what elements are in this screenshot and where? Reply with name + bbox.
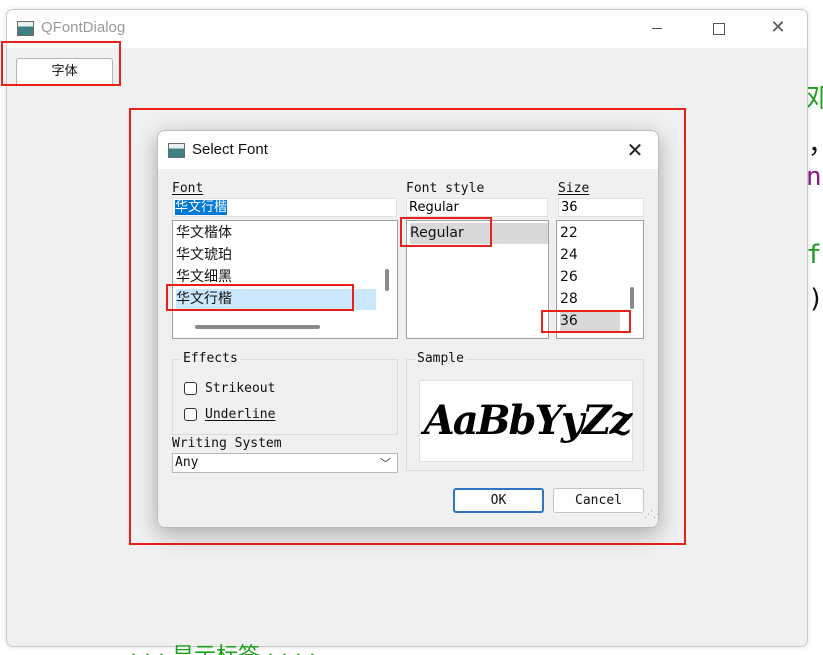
writing-system-value: Any [175,455,199,470]
font-style-label: Font style [406,181,485,196]
close-icon: ✕ [770,17,786,38]
app-icon [17,21,34,36]
font-list-vscrollbar[interactable] [385,269,389,291]
writing-system-label: Writing System [172,436,282,451]
dialog-app-icon [168,143,185,158]
effects-group: Effects Strikeout Underline [172,351,398,435]
annotation-box-size [541,310,631,333]
underline-checkbox[interactable] [184,408,197,421]
font-list-item[interactable]: 华文楷体 [176,223,376,244]
annotation-box-font-item [166,284,354,311]
maximize-button[interactable] [696,10,742,48]
underline-label[interactable]: Underline [205,407,275,422]
chevron-down-icon: ﹀ [380,457,391,470]
size-list-item[interactable]: 28 [560,289,620,310]
maximize-icon [713,22,725,35]
annotation-box-font-style [400,217,492,247]
font-input-value: 华文行楷 [175,200,228,215]
resize-grip-icon[interactable]: ⋰⋰ [644,511,658,523]
font-list-item[interactable]: 华文琥珀 [176,245,376,266]
font-label: Font [172,181,204,196]
minimize-button[interactable] [634,10,680,48]
effects-label: Effects [181,351,240,366]
main-title-bar[interactable]: QFontDialog ✕ [7,10,807,48]
bg-code-fragment: ， [808,124,823,161]
font-list-hscrollbar[interactable] [195,325,320,329]
cancel-button[interactable]: Cancel [553,488,644,513]
size-label: Size [558,181,590,196]
bg-code-bottom: · · · 显示标签 · · · · [130,644,820,655]
bg-code-fragment: 邓 [806,84,823,114]
ok-button[interactable]: OK [453,488,544,513]
sample-preview: AaBbYyZz [419,380,633,462]
font-style-input[interactable]: Regular [406,198,548,217]
bg-code-fragment: ) [808,284,823,314]
size-input[interactable]: 36 [558,198,644,217]
main-window-title: QFontDialog [41,19,126,36]
size-list-item[interactable]: 22 [560,223,620,244]
font-list[interactable]: 华文楷体 华文琥珀 华文细黑 华文行楷 [172,220,398,339]
font-input[interactable]: 华文行楷 [172,198,397,217]
strikeout-checkbox[interactable] [184,382,197,395]
dialog-title-bar[interactable]: Select Font ✕ [158,131,658,169]
strikeout-label[interactable]: Strikeout [205,381,275,396]
size-list-vscrollbar[interactable] [630,287,634,309]
bg-code-fragment: f [806,240,822,270]
sample-label: Sample [415,351,466,366]
sample-text: AaBbYyZz [423,397,632,444]
size-list-item[interactable]: 24 [560,245,620,266]
dialog-close-button[interactable]: ✕ [620,137,650,163]
sample-group: Sample AaBbYyZz [406,351,644,471]
size-list-item[interactable]: 26 [560,267,620,288]
dialog-title: Select Font [192,141,268,158]
minimize-icon [652,28,662,29]
writing-system-select[interactable]: Any ﹀ [172,453,398,473]
close-button[interactable]: ✕ [755,10,801,48]
close-icon: ✕ [626,138,644,162]
bg-code-fragment: nt [806,162,823,192]
annotation-box-font-button [1,41,121,86]
